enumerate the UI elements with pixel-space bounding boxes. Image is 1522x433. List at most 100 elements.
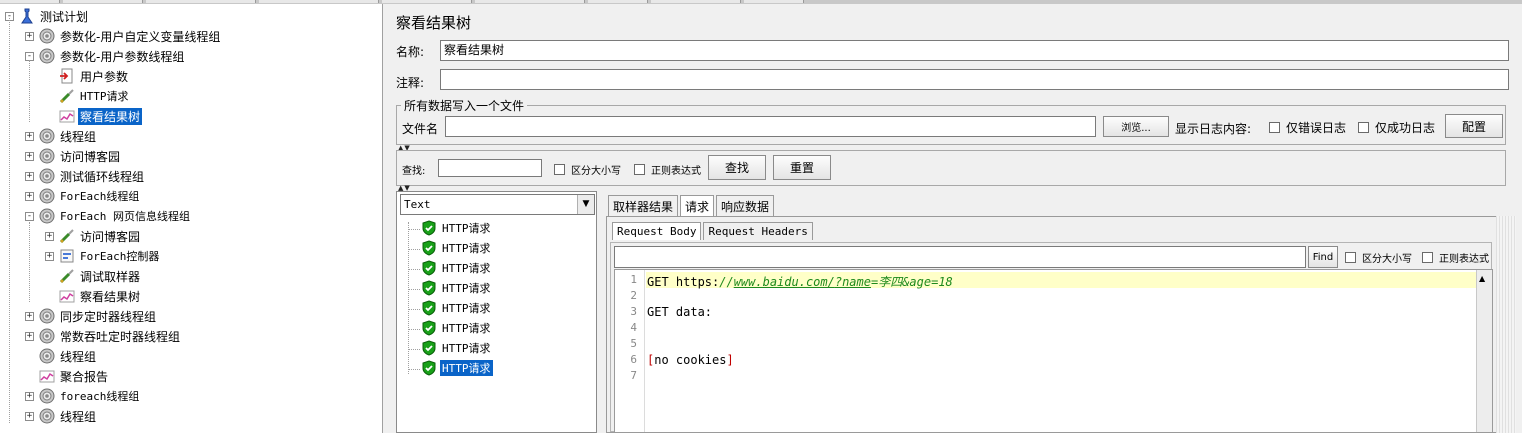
regex-label: 正则表达式 bbox=[651, 166, 701, 177]
success-only-checkbox[interactable]: 仅成功日志 bbox=[1358, 119, 1435, 136]
tree-guide-line bbox=[408, 229, 420, 230]
tree-item-label: 调试取样器 bbox=[80, 269, 141, 284]
result-item-label: HTTP请求 bbox=[442, 342, 491, 355]
tree-guide-line bbox=[408, 249, 420, 250]
tree-item[interactable]: 用户参数 bbox=[58, 66, 130, 86]
tree-item[interactable]: 测试循环线程组 bbox=[38, 166, 146, 186]
result-item[interactable]: HTTP请求 bbox=[420, 358, 494, 378]
tree-guide-line bbox=[408, 369, 420, 370]
tree-guide-line bbox=[408, 222, 409, 374]
find-button[interactable]: 查找 bbox=[708, 155, 766, 180]
body-find-button[interactable]: Find bbox=[1308, 246, 1338, 268]
listener-icon bbox=[58, 108, 76, 124]
result-tabs: 取样器结果 请求 响应数据 bbox=[608, 195, 776, 217]
result-item[interactable]: HTTP请求 bbox=[420, 318, 493, 338]
tree-item[interactable]: 察看结果树 bbox=[58, 286, 142, 306]
tree-item[interactable]: 调试取样器 bbox=[58, 266, 142, 286]
reset-button[interactable]: 重置 bbox=[773, 155, 831, 180]
tree-item[interactable]: 参数化-用户参数线程组 bbox=[38, 46, 186, 66]
tree-item[interactable]: 访问博客园 bbox=[38, 146, 122, 166]
tree-item-label: 测试循环线程组 bbox=[60, 169, 145, 184]
tree-item[interactable]: ForEach控制器 bbox=[58, 246, 161, 266]
tree-expander-icon[interactable]: + bbox=[25, 132, 34, 141]
tree-item[interactable]: 线程组 bbox=[38, 406, 98, 426]
configure-button[interactable]: 配置 bbox=[1445, 114, 1503, 138]
name-input[interactable]: 察看结果树 bbox=[440, 40, 1509, 61]
test-plan-tree[interactable]: - 测试计划 + 参数化-用户自定义变量线程组 - 参数化-用户参数线程组 用户… bbox=[0, 4, 383, 433]
tree-item-label: HTTP请求 bbox=[80, 90, 129, 103]
success-only-label: 仅成功日志 bbox=[1375, 121, 1436, 135]
browse-button[interactable]: 浏览... bbox=[1103, 116, 1169, 137]
checkbox-box bbox=[1269, 122, 1280, 133]
vertical-scrollbar[interactable]: ▲ bbox=[1476, 270, 1492, 432]
tree-expander-icon[interactable]: + bbox=[25, 412, 34, 421]
request-body-editor[interactable]: 1 GET https://www.baidu.com/?name=李四&age=… bbox=[614, 269, 1493, 433]
tree-item[interactable]: ForEach 网页信息线程组 bbox=[38, 206, 192, 226]
tree-expander-icon[interactable]: + bbox=[45, 232, 54, 241]
tree-guide-line bbox=[29, 222, 30, 302]
result-item[interactable]: HTTP请求 bbox=[420, 338, 493, 358]
tree-item[interactable]: 常数吞吐定时器线程组 bbox=[38, 326, 182, 346]
tree-expander-icon[interactable]: + bbox=[25, 152, 34, 161]
result-item-label: HTTP请求 bbox=[442, 302, 491, 315]
sampler-icon bbox=[58, 268, 76, 284]
tree-expander-icon[interactable]: + bbox=[25, 32, 34, 41]
scroll-up-icon[interactable]: ▲ bbox=[1479, 274, 1485, 283]
tree-expander-icon[interactable]: + bbox=[45, 252, 54, 261]
tab-response-data[interactable]: 响应数据 bbox=[716, 195, 775, 217]
tab-sampler-result[interactable]: 取样器结果 bbox=[608, 195, 679, 217]
comment-input[interactable] bbox=[440, 69, 1509, 90]
regex-checkbox[interactable]: 正则表达式 bbox=[634, 162, 701, 177]
subtab-request-headers[interactable]: Request Headers bbox=[703, 222, 813, 240]
tree-item-label: 参数化-用户参数线程组 bbox=[60, 49, 185, 64]
subtab-request-body[interactable]: Request Body bbox=[612, 222, 702, 240]
filename-label: 文件名 bbox=[402, 122, 439, 136]
tree-item-label: ForEach控制器 bbox=[80, 250, 160, 263]
body-find-input[interactable] bbox=[614, 246, 1306, 268]
body-regex-checkbox[interactable]: 正则表达式 bbox=[1422, 250, 1489, 265]
gear-icon bbox=[38, 208, 56, 224]
tree-expander-icon[interactable]: + bbox=[25, 332, 34, 341]
code-line: GET https://www.baidu.com/?name=李四&age=1… bbox=[647, 273, 953, 290]
code-token: www.baidu.com/ bbox=[733, 275, 835, 289]
body-case-checkbox[interactable]: 区分大小写 bbox=[1345, 250, 1412, 265]
tree-item[interactable]: 聚合报告 bbox=[38, 366, 110, 386]
chevron-down-icon[interactable]: ▼ bbox=[577, 195, 594, 214]
tab-request[interactable]: 请求 bbox=[680, 195, 715, 217]
tree-item[interactable]: 线程组 bbox=[38, 346, 98, 366]
tree-expander-icon[interactable]: - bbox=[25, 212, 34, 221]
result-item[interactable]: HTTP请求 bbox=[420, 238, 493, 258]
outer-scrollbar[interactable] bbox=[1496, 216, 1516, 433]
sampler-icon bbox=[58, 88, 76, 104]
filename-input[interactable] bbox=[445, 116, 1096, 137]
tree-item[interactable]: ForEach线程组 bbox=[38, 186, 141, 206]
result-item[interactable]: HTTP请求 bbox=[420, 298, 493, 318]
tree-item[interactable]: 参数化-用户自定义变量线程组 bbox=[38, 26, 222, 46]
gear-icon bbox=[38, 388, 56, 404]
result-item[interactable]: HTTP请求 bbox=[420, 278, 493, 298]
code-token: // bbox=[719, 275, 734, 289]
tree-item[interactable]: 线程组 bbox=[38, 126, 98, 146]
gear-icon bbox=[38, 128, 56, 144]
renderer-select[interactable]: Text ▼ bbox=[400, 194, 595, 215]
tree-item[interactable]: 测试计划 bbox=[18, 6, 90, 26]
case-sensitive-checkbox[interactable]: 区分大小写 bbox=[554, 162, 621, 177]
result-item[interactable]: HTTP请求 bbox=[420, 218, 493, 238]
result-item-label: HTTP请求 bbox=[442, 282, 491, 295]
search-input[interactable] bbox=[438, 159, 542, 177]
tree-item[interactable]: 访问博客园 bbox=[58, 226, 142, 246]
tree-expander-icon[interactable]: + bbox=[25, 312, 34, 321]
errors-only-checkbox[interactable]: 仅错误日志 bbox=[1269, 119, 1346, 136]
tree-item-label: 察看结果树 bbox=[76, 106, 144, 126]
tree-expander-icon[interactable]: + bbox=[25, 192, 34, 201]
errors-only-label: 仅错误日志 bbox=[1286, 121, 1347, 135]
tree-item[interactable]: HTTP请求 bbox=[58, 86, 131, 106]
result-item[interactable]: HTTP请求 bbox=[420, 258, 493, 278]
tree-item[interactable]: 同步定时器线程组 bbox=[38, 306, 158, 326]
tree-item[interactable]: foreach线程组 bbox=[38, 386, 141, 406]
tree-expander-icon[interactable]: + bbox=[25, 172, 34, 181]
result-item-label: HTTP请求 bbox=[442, 322, 491, 335]
tree-item[interactable]: 察看结果树 bbox=[58, 106, 144, 126]
tree-expander-icon[interactable]: + bbox=[25, 392, 34, 401]
gear-icon bbox=[38, 168, 56, 184]
